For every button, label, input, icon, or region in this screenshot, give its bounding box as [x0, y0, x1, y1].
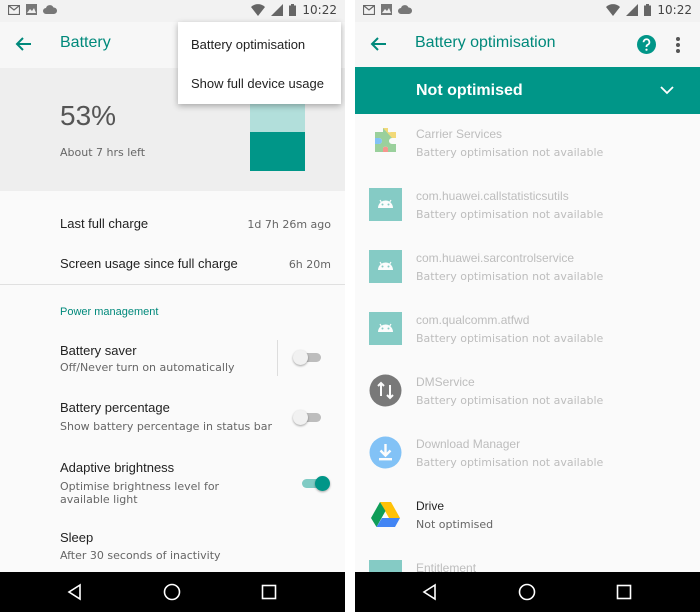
back-arrow-icon[interactable] [14, 34, 34, 54]
battery-status-icon [289, 4, 297, 16]
battery-percentage-summary: Show battery percentage in status bar [60, 420, 273, 433]
battery-screen: 10:22 Battery 53% About 7 hrs left Batte… [0, 0, 345, 612]
app-name: com.qualcomm.atfwd [416, 313, 530, 327]
list-item[interactable]: com.huawei.callstatisticsutils Battery o… [355, 176, 700, 238]
download-icon [369, 436, 402, 469]
battery-optimisation-screen: 10:22 Battery optimisation Not optimised… [355, 0, 700, 612]
back-arrow-icon[interactable] [369, 34, 389, 54]
status-bar: 10:22 [355, 0, 700, 22]
list-item[interactable]: DMService Battery optimisation not avail… [355, 362, 700, 424]
chevron-down-icon [660, 86, 674, 95]
app-status: Battery optimisation not available [416, 146, 604, 159]
gmail-icon [363, 4, 375, 15]
battery-time-left: About 7 hrs left [60, 146, 146, 159]
page-title: Battery [60, 34, 111, 51]
nav-bar [0, 572, 345, 612]
list-item[interactable]: Drive Not optimised [355, 486, 700, 548]
gallery-icon [26, 4, 37, 15]
screen-usage-value: 6h 20m [288, 258, 331, 271]
android-icon [369, 250, 402, 283]
screen-usage-label[interactable]: Screen usage since full charge [60, 256, 238, 271]
gmail-icon [8, 4, 20, 15]
app-status: Battery optimisation not available [416, 394, 604, 407]
dmservice-icon [369, 374, 402, 407]
wifi-icon [606, 4, 621, 16]
nav-home-icon[interactable] [518, 583, 536, 601]
list-item[interactable]: Download Manager Battery optimisation no… [355, 424, 700, 486]
filter-selected: Not optimised [416, 82, 523, 99]
overflow-menu: Battery optimisation Show full device us… [178, 22, 341, 104]
app-name: Carrier Services [416, 127, 503, 141]
nav-back-icon[interactable] [421, 583, 439, 601]
battery-saver-switch[interactable] [293, 350, 323, 365]
nav-bar [355, 572, 700, 612]
app-name: com.huawei.callstatisticsutils [416, 189, 569, 203]
battery-percentage-title[interactable]: Battery percentage [60, 400, 170, 415]
app-status: Not optimised [416, 518, 494, 531]
signal-icon [626, 4, 639, 16]
sleep-title[interactable]: Sleep [60, 530, 93, 545]
nav-back-icon[interactable] [66, 583, 84, 601]
app-status: Battery optimisation not available [416, 208, 604, 221]
page-title: Battery optimisation [415, 34, 556, 51]
battery-status-icon [644, 4, 652, 16]
android-icon [369, 312, 402, 345]
app-name: Download Manager [416, 437, 521, 451]
menu-item-battery-optimisation[interactable]: Battery optimisation [191, 37, 305, 52]
sleep-summary: After 30 seconds of inactivity [60, 549, 221, 562]
menu-item-full-device-usage[interactable]: Show full device usage [191, 76, 324, 91]
battery-percentage-switch[interactable] [293, 410, 323, 425]
cloud-icon [43, 4, 57, 14]
app-status: Battery optimisation not available [416, 456, 604, 469]
app-status: Battery optimisation not available [416, 270, 604, 283]
battery-saver-title[interactable]: Battery saver [60, 343, 137, 358]
app-name: DMService [416, 375, 475, 389]
battery-saver-summary: Off/Never turn on automatically [60, 361, 235, 374]
divider [0, 284, 345, 285]
adaptive-brightness-summary: Optimise brightness level for available … [60, 480, 220, 506]
battery-percent: 53% [60, 100, 117, 131]
toolbar: Battery optimisation [355, 22, 700, 68]
status-bar: 10:22 [0, 0, 345, 22]
android-icon [369, 188, 402, 221]
nav-recents-icon[interactable] [615, 583, 633, 601]
carrier-services-icon [375, 128, 396, 152]
signal-icon [271, 4, 284, 16]
battery-graphic-empty [250, 104, 305, 132]
cloud-icon [398, 4, 412, 14]
adaptive-brightness-switch[interactable] [300, 476, 330, 491]
last-full-charge-value: 1d 7h 26m ago [247, 218, 331, 231]
drive-icon [371, 502, 400, 527]
more-options-icon[interactable] [675, 36, 681, 54]
wifi-icon [251, 4, 266, 16]
nav-recents-icon[interactable] [260, 583, 278, 601]
status-time: 10:22 [657, 3, 692, 17]
filter-dropdown[interactable]: Not optimised [355, 67, 700, 114]
list-item[interactable]: com.qualcomm.atfwd Battery optimisation … [355, 300, 700, 362]
divider [277, 340, 278, 376]
last-full-charge-label[interactable]: Last full charge [60, 216, 148, 231]
nav-home-icon[interactable] [163, 583, 181, 601]
app-status: Battery optimisation not available [416, 332, 604, 345]
list-item[interactable]: Carrier Services Battery optimisation no… [355, 114, 700, 176]
app-name: com.huawei.sarcontrolservice [416, 251, 575, 265]
help-icon[interactable] [637, 35, 656, 54]
section-power-management: Power management [60, 306, 159, 318]
list-item[interactable]: com.huawei.sarcontrolservice Battery opt… [355, 238, 700, 300]
status-time: 10:22 [302, 3, 337, 17]
battery-graphic-fill [250, 132, 305, 171]
adaptive-brightness-title[interactable]: Adaptive brightness [60, 460, 174, 475]
gallery-icon [381, 4, 392, 15]
app-name: Drive [416, 499, 445, 513]
